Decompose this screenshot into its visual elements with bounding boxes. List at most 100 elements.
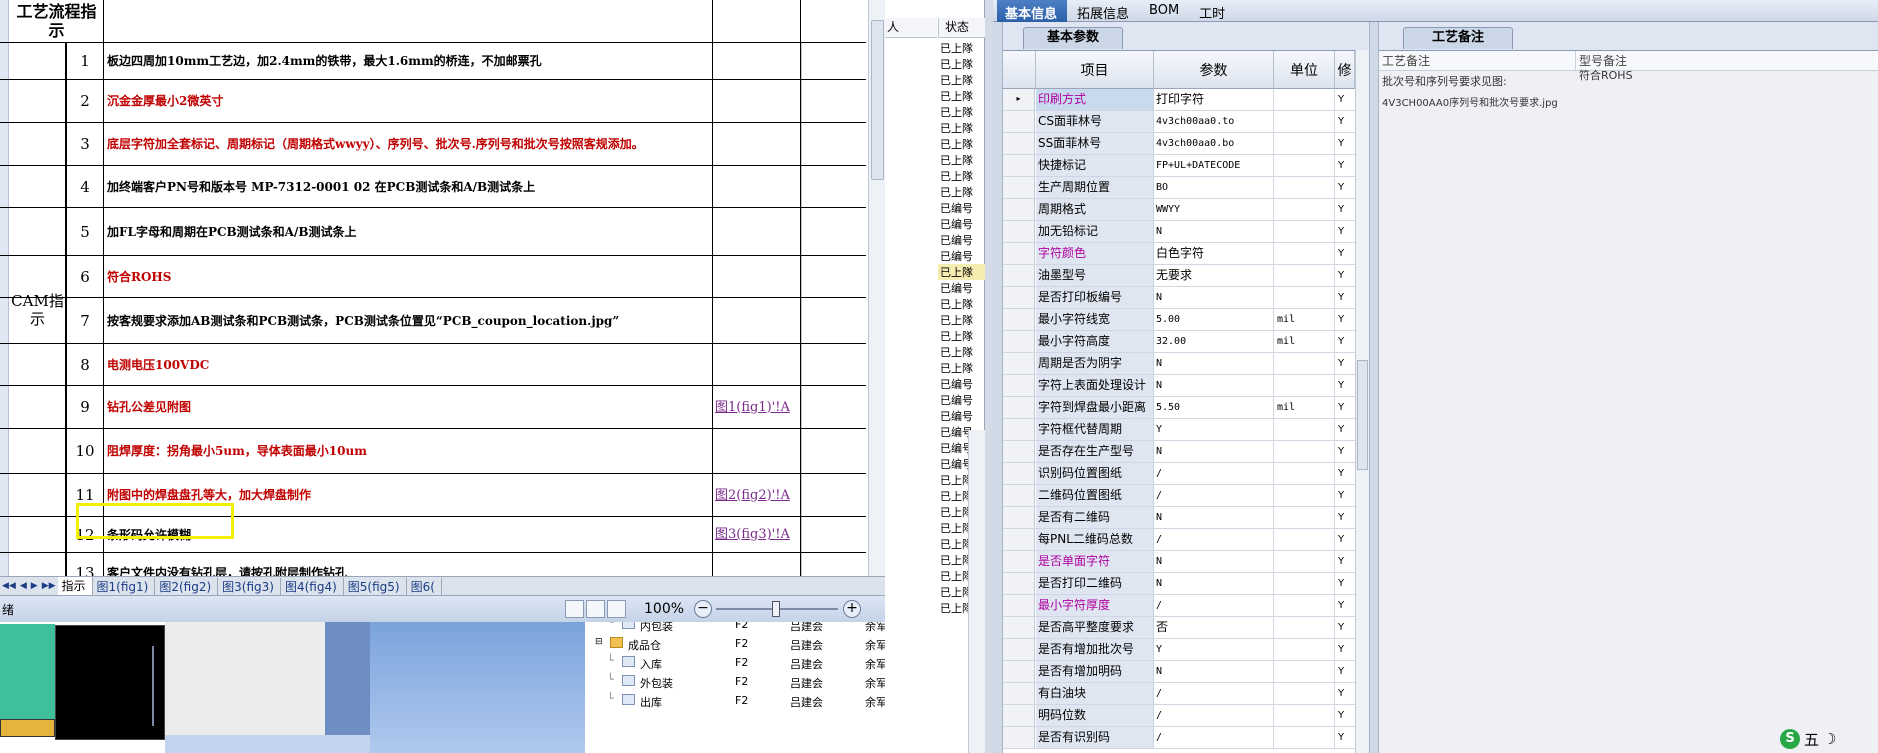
list-scrollbar[interactable] [968, 430, 985, 753]
param-name[interactable]: 最小字符线宽 [1036, 309, 1154, 330]
param-unit[interactable] [1274, 353, 1335, 374]
instruction-text[interactable]: 客户文件内没有钻孔层，请按孔附层制作钻孔 [104, 553, 712, 577]
param-row[interactable]: 二维码位置图纸 / Y [1003, 485, 1355, 507]
param-modifiable[interactable]: Y [1335, 265, 1355, 286]
sheet-row[interactable]: 2 沉金金厚最小2微英寸 [0, 80, 866, 123]
status-cell[interactable]: 已上隊 [940, 184, 973, 200]
param-value[interactable]: 否 [1154, 617, 1274, 638]
sheet-vscrollbar[interactable] [868, 0, 885, 576]
row-indicator[interactable] [1003, 199, 1035, 220]
param-row[interactable]: 明码位数 / Y [1003, 705, 1355, 727]
status-cell[interactable]: 已编号 [940, 392, 973, 408]
row-indicator[interactable] [1003, 595, 1035, 616]
param-modifiable[interactable]: Y [1335, 243, 1355, 264]
param-name[interactable]: 是否高平整度要求 [1036, 617, 1154, 638]
status-cell[interactable]: 已上隊 [940, 296, 973, 312]
param-row[interactable]: 最小字符厚度 / Y [1003, 595, 1355, 617]
param-row[interactable]: 是否有增加批次号 Y Y [1003, 639, 1355, 661]
param-value[interactable]: FP+UL+DATECODE [1154, 155, 1274, 176]
row-indicator[interactable] [1003, 309, 1035, 330]
row-number[interactable]: 3 [66, 123, 104, 165]
status-cell[interactable]: 已上隊 [940, 328, 973, 344]
figure-link[interactable] [712, 80, 801, 122]
param-name[interactable]: 最小字符高度 [1036, 331, 1154, 352]
last-sheet-icon[interactable]: ▶▶ [40, 581, 58, 591]
status-cell[interactable]: 已编号 [940, 376, 973, 392]
zoom-in-icon[interactable]: + [843, 600, 861, 618]
row-indicator[interactable] [1003, 221, 1035, 242]
sheet-row[interactable]: 7 按客规要求添加AB测试条和PCB测试条，PCB测试条位置见“PCB_coupo… [0, 298, 866, 344]
param-unit[interactable] [1274, 199, 1335, 220]
sheet-tab[interactable]: 指示 [57, 577, 93, 595]
param-modifiable[interactable]: Y [1335, 617, 1355, 638]
empty-cell[interactable] [801, 256, 866, 297]
col-process-notes[interactable]: 工艺备注 [1379, 51, 1576, 71]
param-value[interactable]: N [1154, 375, 1274, 396]
col-status[interactable]: 状态 [938, 18, 985, 38]
param-row[interactable]: 识别码位置图纸 / Y [1003, 463, 1355, 485]
param-unit[interactable] [1274, 221, 1335, 242]
param-modifiable[interactable]: Y [1335, 507, 1355, 528]
sheet-tab[interactable]: 图2(fig2) [155, 577, 219, 595]
param-name[interactable]: 是否单面字符 [1036, 551, 1154, 572]
param-name[interactable]: 印刷方式 [1036, 89, 1154, 110]
model-note-text[interactable]: 符合ROHS [1576, 69, 1866, 83]
row-indicator[interactable] [1003, 617, 1035, 638]
param-modifiable[interactable]: Y [1335, 463, 1355, 484]
param-value[interactable]: N [1154, 551, 1274, 572]
sheet-row[interactable]: 4 加终端客户PN号和版本号 MP-7312-0001 02 在PCB测试条和A/… [0, 166, 866, 208]
param-modifiable[interactable]: Y [1335, 573, 1355, 594]
empty-cell[interactable] [801, 43, 866, 79]
ime-indicator[interactable]: S 五 ☽ [1780, 728, 1836, 750]
status-cell[interactable]: 已上隊 [940, 152, 973, 168]
param-value[interactable]: 32.00 [1154, 331, 1274, 352]
status-cell[interactable]: 已上隊 [940, 40, 973, 56]
param-unit[interactable] [1274, 375, 1335, 396]
param-name[interactable]: 周期格式 [1036, 199, 1154, 220]
sheet-row[interactable]: 1 板边四周加10mm工艺边，加2.4mm的铁带，最大1.6mm的桥连，不加邮票孔 [0, 43, 866, 80]
row-number[interactable]: 5 [66, 208, 104, 255]
param-modifiable[interactable]: Y [1335, 441, 1355, 462]
status-cell[interactable]: 已上隊 [940, 360, 973, 376]
empty-cell[interactable] [801, 344, 866, 385]
row-indicator[interactable] [1003, 507, 1035, 528]
status-cell[interactable]: 已编号 [940, 280, 973, 296]
status-cell[interactable]: 已上隊 [938, 264, 985, 280]
param-modifiable[interactable]: Y [1335, 89, 1355, 110]
figure-link[interactable] [712, 208, 801, 255]
main-tab[interactable]: 工时 [1191, 0, 1235, 22]
row-indicator[interactable] [1003, 463, 1035, 484]
param-unit[interactable] [1274, 419, 1335, 440]
row-number[interactable]: 10 [66, 429, 104, 473]
param-name[interactable]: 是否有识别码 [1036, 727, 1154, 748]
row-indicator[interactable] [1003, 441, 1035, 462]
tree-item-name[interactable]: 入库 [640, 656, 662, 672]
row-number[interactable]: 4 [66, 166, 104, 207]
right-splitter[interactable] [1369, 22, 1379, 753]
page-layout-button[interactable] [586, 600, 605, 618]
param-unit[interactable] [1274, 595, 1335, 616]
main-tab[interactable]: 拓展信息 [1069, 0, 1139, 22]
sheet-tab[interactable]: 图4(fig4) [281, 577, 344, 595]
row-indicator[interactable] [1003, 661, 1035, 682]
param-unit[interactable] [1274, 551, 1335, 572]
tree-item-name[interactable]: 外包装 [640, 675, 673, 691]
zoom-level[interactable]: 100% [644, 601, 684, 617]
status-cell[interactable]: 已上隊 [940, 344, 973, 360]
param-row[interactable]: 字符框代替周期 Y Y [1003, 419, 1355, 441]
row-indicator[interactable] [1003, 177, 1035, 198]
param-value[interactable]: 白色字符 [1154, 243, 1274, 264]
col-person[interactable]: 人 [885, 18, 937, 38]
param-unit[interactable] [1274, 265, 1335, 286]
empty-cell[interactable] [801, 166, 866, 207]
status-cell[interactable]: 已上隊 [940, 312, 973, 328]
param-unit[interactable] [1274, 463, 1335, 484]
param-row[interactable]: 是否打印二维码 N Y [1003, 573, 1355, 595]
param-name[interactable]: 是否有二维码 [1036, 507, 1154, 528]
instruction-text[interactable]: 钻孔公差见附图 [104, 386, 712, 428]
row-indicator[interactable] [1003, 705, 1035, 726]
param-unit[interactable] [1274, 177, 1335, 198]
empty-cell[interactable] [801, 208, 866, 255]
param-unit[interactable] [1274, 287, 1335, 308]
row-indicator[interactable] [1003, 683, 1035, 704]
